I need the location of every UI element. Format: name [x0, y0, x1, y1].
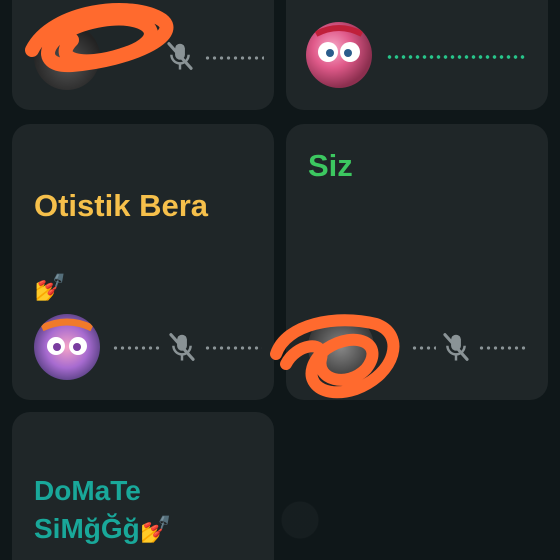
- nail-polish-emoji: 💅: [34, 272, 67, 302]
- speaking-indicator: [386, 55, 526, 59]
- mic-off-icon: [169, 333, 195, 361]
- participant-tile[interactable]: DoMaTe SiMğĞğ💅: [12, 412, 274, 560]
- avatar: [308, 314, 374, 380]
- participant-tile[interactable]: Siz: [270, 124, 548, 400]
- participant-tile[interactable]: Otistik Bera 💅: [12, 124, 274, 400]
- audio-level-indicator: [204, 56, 264, 60]
- avatar: [306, 22, 372, 88]
- avatar: [34, 314, 100, 380]
- participant-name: DoMaTe SiMğĞğ💅: [34, 475, 173, 544]
- audio-level-indicator: [478, 346, 528, 350]
- mic-off-icon: [443, 333, 469, 361]
- nail-polish-emoji: 💅: [139, 514, 173, 544]
- participant-name: Siz: [308, 148, 353, 183]
- audio-level-indicator: [204, 346, 262, 350]
- participant-name: Otistik Bera 💅: [34, 188, 209, 302]
- avatar: [34, 24, 100, 90]
- audio-level-indicator: [411, 346, 436, 350]
- mic-off-icon: [167, 42, 193, 70]
- participant-tile[interactable]: [12, 0, 274, 110]
- audio-level-indicator: [112, 346, 162, 350]
- participant-tile[interactable]: [286, 0, 548, 110]
